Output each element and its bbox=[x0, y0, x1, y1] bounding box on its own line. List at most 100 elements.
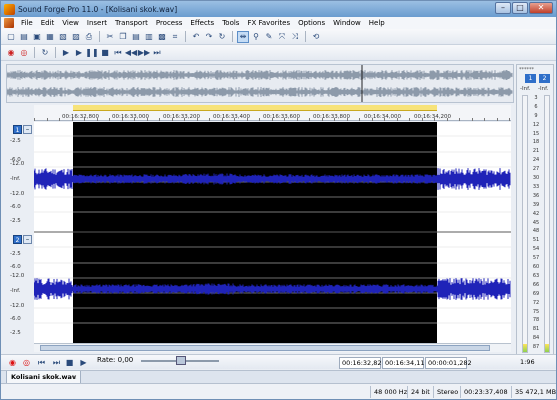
maximize-button[interactable]: □ bbox=[512, 2, 528, 14]
menu-tools[interactable]: Tools bbox=[218, 19, 243, 27]
zoom-ratio[interactable]: 1:96 bbox=[520, 358, 535, 366]
rate-slider-thumb[interactable] bbox=[176, 356, 186, 365]
stop-record-icon[interactable]: ◎ bbox=[21, 358, 32, 368]
print-icon[interactable]: ⎙ bbox=[83, 31, 95, 43]
db-label: -6.0 bbox=[10, 264, 21, 270]
menu-options[interactable]: Options bbox=[294, 19, 329, 27]
go-to-start-icon[interactable]: ⏮ bbox=[36, 358, 47, 368]
ruler-tick bbox=[146, 118, 148, 121]
save-as-icon[interactable]: ▦ bbox=[44, 31, 56, 43]
record-icon[interactable]: ◉ bbox=[5, 47, 17, 59]
menu-effects[interactable]: Effects bbox=[186, 19, 218, 27]
minimize-button[interactable]: – bbox=[495, 2, 511, 14]
status-bar: 48 000 Hz 24 bit Stereo 00:23:37,408 35 … bbox=[1, 383, 556, 399]
meter-scale-label: 15 bbox=[532, 130, 540, 137]
overview-channel-1 bbox=[6, 70, 513, 80]
menu-view[interactable]: View bbox=[58, 19, 83, 27]
pause-icon[interactable]: ❚❚ bbox=[85, 47, 98, 59]
stop-icon[interactable]: ■ bbox=[99, 47, 111, 59]
go-to-start-icon[interactable]: ⏮ bbox=[112, 47, 124, 59]
menu-insert[interactable]: Insert bbox=[83, 19, 111, 27]
ruler-tick bbox=[96, 118, 98, 121]
event-tool-icon[interactable]: ⤧ bbox=[276, 31, 288, 43]
play-all-icon[interactable]: ▶ bbox=[60, 47, 72, 59]
meter-scale-label: 66 bbox=[532, 281, 540, 288]
horizontal-scrollbar[interactable] bbox=[34, 343, 511, 352]
paste-special-icon[interactable]: ▥ bbox=[143, 31, 155, 43]
channel-1-collapse-button[interactable]: – bbox=[23, 125, 32, 134]
snap-icon[interactable]: ⟲ bbox=[310, 31, 322, 43]
save-icon[interactable]: ▣ bbox=[31, 31, 43, 43]
meter-scale-label: 9 bbox=[534, 112, 538, 119]
envelope-tool-icon[interactable]: ⤨ bbox=[289, 31, 301, 43]
fast-forward-icon[interactable]: ▶▶ bbox=[138, 47, 150, 59]
crop-icon[interactable]: ⌗ bbox=[169, 31, 181, 43]
ruler-tick bbox=[434, 118, 435, 121]
db-label: -12.0 bbox=[10, 273, 25, 279]
render-icon[interactable]: ▧ bbox=[57, 31, 69, 43]
properties-icon[interactable]: ▨ bbox=[70, 31, 82, 43]
meter-fill-left bbox=[523, 344, 527, 352]
selection-end-field[interactable]: 00:16:34,110 bbox=[382, 357, 429, 369]
menu-help[interactable]: Help bbox=[365, 19, 389, 27]
menu-file[interactable]: File bbox=[17, 19, 37, 27]
open-icon[interactable]: ▤ bbox=[18, 31, 30, 43]
mix-icon[interactable]: ▩ bbox=[156, 31, 168, 43]
pencil-tool-icon[interactable]: ✎ bbox=[263, 31, 275, 43]
edit-tool-icon[interactable]: ⇹ bbox=[237, 30, 249, 43]
tab-close-icon[interactable]: × bbox=[72, 374, 77, 381]
db-label: -2.5 bbox=[10, 251, 21, 257]
ruler-tick bbox=[296, 118, 298, 121]
go-to-end-icon[interactable]: ⏭ bbox=[51, 358, 62, 368]
selection-bar[interactable] bbox=[73, 105, 437, 111]
menu-transport[interactable]: Transport bbox=[111, 19, 152, 27]
magnify-tool-icon[interactable]: ⚲ bbox=[250, 31, 262, 43]
ruler-tick bbox=[109, 118, 110, 121]
ruler-tick bbox=[34, 118, 35, 121]
ruler-tick bbox=[234, 118, 235, 121]
record-icon[interactable]: ◉ bbox=[7, 358, 18, 368]
app-window: Sound Forge Pro 11.0 - [Kolisani skok.wa… bbox=[0, 0, 557, 400]
undo-icon[interactable]: ↶ bbox=[190, 31, 202, 43]
loop-icon[interactable]: ↻ bbox=[39, 47, 51, 59]
db-label: -Inf. bbox=[10, 176, 21, 182]
stop-record-icon[interactable]: ◎ bbox=[18, 47, 30, 59]
meter-header: ****** bbox=[519, 67, 534, 73]
menu-fx-favorites[interactable]: FX Favorites bbox=[243, 19, 294, 27]
copy-icon[interactable]: ❐ bbox=[117, 31, 129, 43]
meter-scale: 3 6 9 12 15 18 21 24 27 30 33 36 39 42 45 48 51 54 57 60 63 6… bbox=[530, 95, 542, 353]
selection-length-field[interactable]: 00:00:01,282 bbox=[425, 357, 472, 369]
stop-icon[interactable]: ■ bbox=[64, 358, 75, 368]
cut-icon[interactable]: ✂ bbox=[104, 31, 116, 43]
redo-icon[interactable]: ↷ bbox=[203, 31, 215, 43]
menu-window[interactable]: Window bbox=[329, 19, 365, 27]
go-to-end-icon[interactable]: ⏭ bbox=[151, 47, 163, 59]
menu-process[interactable]: Process bbox=[152, 19, 187, 27]
app-icon bbox=[4, 3, 15, 15]
meter-scale-label: 69 bbox=[532, 290, 540, 297]
new-icon[interactable]: ▢ bbox=[5, 31, 17, 43]
waveform-area[interactable] bbox=[34, 122, 511, 343]
meter-channel-1-button[interactable]: 1 bbox=[525, 74, 536, 83]
ruler-tick bbox=[321, 118, 323, 121]
selection-start-field[interactable]: 00:16:32,828 bbox=[339, 357, 386, 369]
meter-channel-2-button[interactable]: 2 bbox=[539, 74, 550, 83]
scroll-thumb[interactable] bbox=[40, 345, 490, 351]
rewind-icon[interactable]: ◀◀ bbox=[125, 47, 137, 59]
meter-scale-label: 78 bbox=[532, 317, 540, 324]
menu-edit[interactable]: Edit bbox=[37, 19, 59, 27]
close-button[interactable]: ✕ bbox=[529, 2, 553, 14]
paste-icon[interactable]: ▤ bbox=[130, 31, 142, 43]
channel-1-label[interactable]: 1 bbox=[13, 125, 22, 134]
meter-fill-right bbox=[545, 344, 549, 352]
channel-2-label[interactable]: 2 bbox=[13, 235, 22, 244]
document-icon[interactable] bbox=[4, 18, 14, 28]
channel-2-collapse-button[interactable]: – bbox=[23, 235, 32, 244]
play-icon[interactable]: ▶ bbox=[78, 358, 89, 368]
play-icon[interactable]: ▶ bbox=[73, 47, 85, 59]
repeat-icon[interactable]: ↻ bbox=[216, 31, 228, 43]
transport-toolbar: ◉ ◎ ↻ ▶ ▶ ❚❚ ■ ⏮ ◀◀ ▶▶ ⏭ bbox=[1, 45, 556, 61]
meter-peak-right: -Inf. bbox=[538, 86, 549, 92]
ruler-time-label: 00:16:33,400 bbox=[213, 114, 250, 120]
overview-bar[interactable] bbox=[6, 64, 514, 103]
